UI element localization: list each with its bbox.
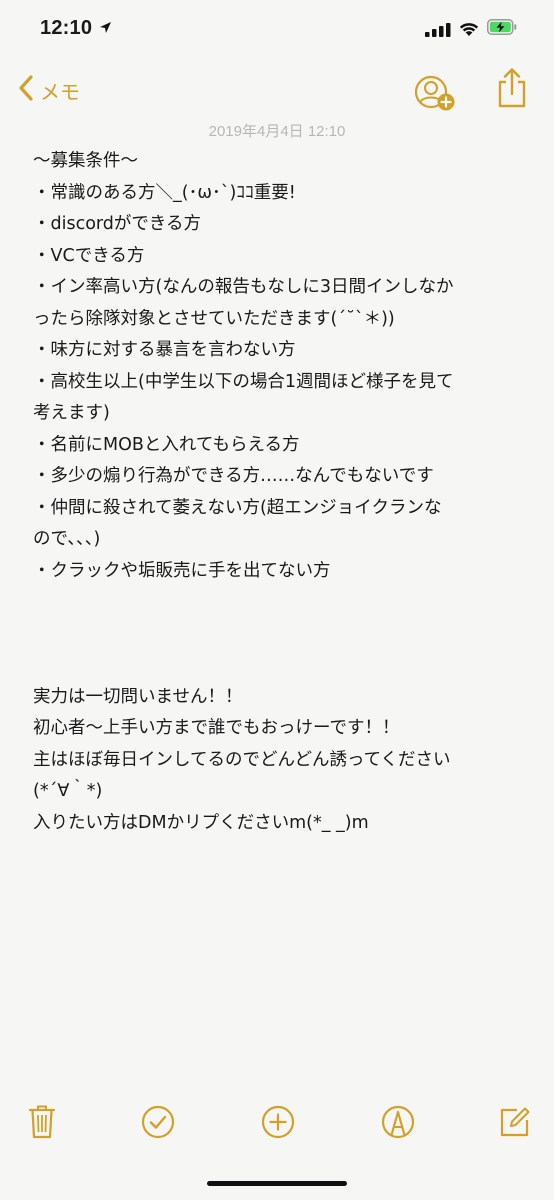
location-arrow-icon [99, 19, 112, 38]
chevron-left-icon [18, 74, 34, 106]
navigation-bar: メモ [0, 60, 554, 120]
note-line [33, 619, 525, 651]
note-line: ・味方に対する暴言を言わない方 [33, 340, 296, 360]
wifi-icon [458, 20, 480, 41]
status-bar: 12:10 [0, 0, 554, 60]
note-line: ったら除隊対象とさせていただきます(´˘`＊)) [33, 308, 395, 329]
note-line: ・名前にMOBと入れてもらえる方 [33, 434, 300, 455]
checklist-icon [141, 1105, 175, 1143]
note-line: ・多少の煽り行為ができる方……なんでもないです [33, 466, 434, 486]
note-line: ・クラックや垢販売に手を出てない方 [33, 560, 331, 581]
back-button[interactable]: メモ [18, 70, 80, 110]
note-line: 入りたい方はDMかリプくださいm(*_ _)m [33, 812, 369, 833]
add-people-button[interactable] [413, 68, 461, 116]
status-time: 12:10 [40, 17, 93, 39]
markup-button[interactable] [378, 1104, 418, 1144]
note-line: 初心者〜上手い方まで誰でもおっけーです！！ [33, 718, 400, 738]
trash-icon [28, 1104, 56, 1144]
note-line: ・VCできる方 [33, 245, 145, 266]
note-line: 主はほぼ毎日インしてるのでどんどん誘ってください [33, 749, 451, 770]
note-line [33, 587, 525, 619]
note-line: 実力は一切問いません！！ [33, 686, 243, 707]
share-icon [494, 68, 530, 114]
signal-bars-icon [425, 22, 451, 41]
note-line: ・常識のある方＼_(･ω･`)ｺｺ重要! [33, 182, 296, 203]
home-indicator[interactable] [207, 1181, 347, 1186]
add-icon [261, 1105, 295, 1143]
add-button[interactable] [258, 1104, 298, 1144]
delete-button[interactable] [22, 1104, 62, 1144]
note-line: ・仲間に殺されて萎えない方(超エンジョイクランな [33, 497, 442, 518]
back-button-label: メモ [40, 79, 80, 104]
note-line [33, 650, 525, 682]
note-line: 〜募集条件〜 [33, 151, 138, 171]
note-line: ・イン率高い方(なんの報告もなしに3日間インしなか [33, 277, 454, 297]
note-body[interactable]: 〜募集条件〜 ・常識のある方＼_(･ω･`)ｺｺ重要! ・discordができる方・… [33, 146, 525, 839]
add-people-icon [413, 75, 461, 120]
note-line: ・高校生以上(中学生以下の場合1週間ほど様子を見て [33, 371, 454, 392]
note-line: ・discordができる方 [33, 214, 202, 234]
battery-charging-icon [487, 19, 517, 39]
compose-icon [497, 1105, 531, 1143]
share-button[interactable] [494, 66, 530, 110]
markup-pen-icon [381, 1105, 415, 1143]
note-timestamp: 2019年4月4日 12:10 [208, 123, 346, 140]
note-line: (*´∀｀*) [33, 781, 103, 801]
compose-button[interactable] [494, 1104, 534, 1144]
note-line: ので、、、) [33, 529, 101, 549]
note-line: 考えます) [33, 403, 110, 423]
bottom-toolbar [0, 1100, 554, 1150]
checklist-button[interactable] [138, 1104, 178, 1144]
